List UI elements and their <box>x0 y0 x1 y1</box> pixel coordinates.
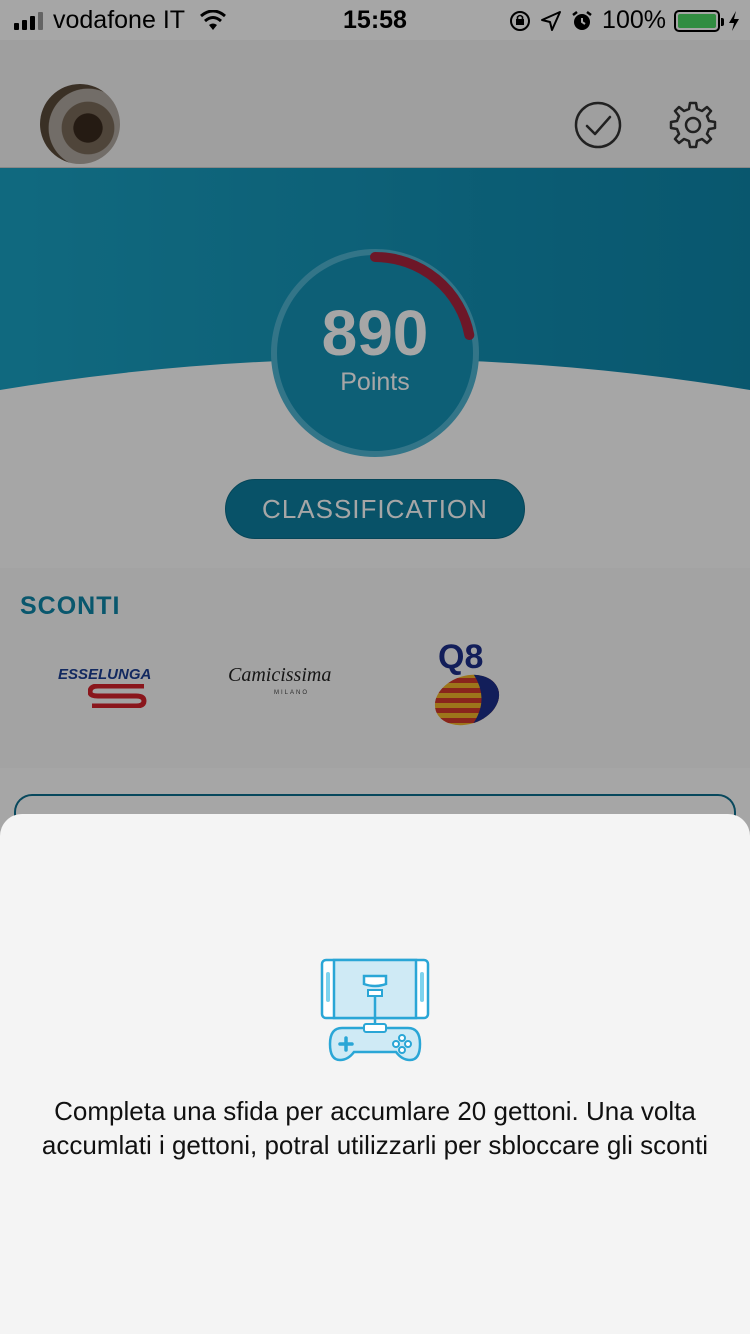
sheet-message: Completa una sfida per accumlare 20 gett… <box>41 1096 709 1160</box>
game-controller-icon <box>320 958 430 1062</box>
info-bottom-sheet: Completa una sfida per accumlare 20 gett… <box>0 814 750 1334</box>
